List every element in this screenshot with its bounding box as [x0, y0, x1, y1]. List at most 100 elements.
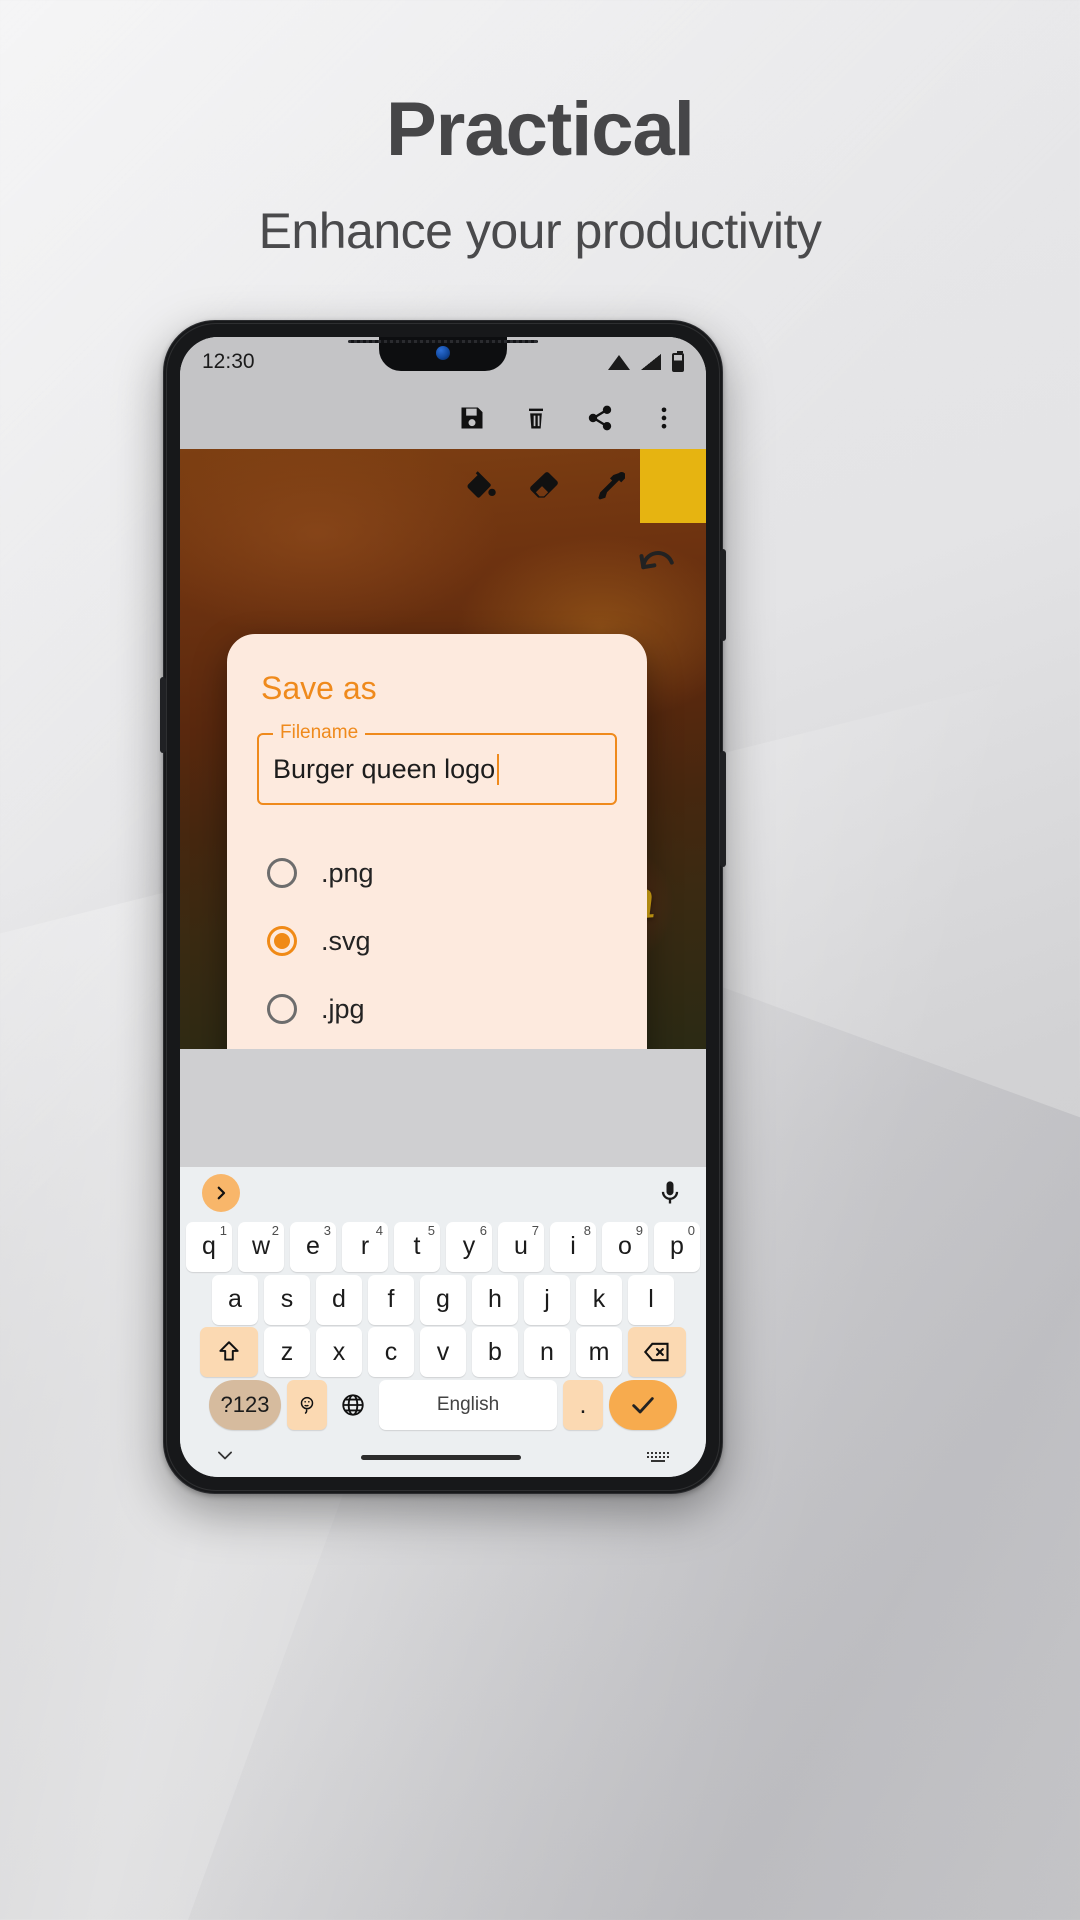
key-x[interactable]: x	[316, 1327, 362, 1378]
filename-label: Filename	[273, 722, 366, 744]
eraser-icon[interactable]	[512, 469, 576, 503]
front-camera-icon	[436, 346, 450, 360]
undo-button[interactable]	[636, 547, 680, 591]
key-g[interactable]: g	[420, 1274, 466, 1325]
fill-bucket-icon[interactable]	[448, 469, 512, 503]
symbols-key[interactable]: ?123	[209, 1380, 281, 1431]
key-o[interactable]: 9o	[602, 1221, 648, 1272]
power-button[interactable]	[720, 549, 726, 641]
key-a-label: a	[228, 1285, 242, 1314]
key-v-label: v	[436, 1337, 450, 1366]
key-l[interactable]: l	[628, 1274, 674, 1325]
key-s-label: s	[280, 1285, 294, 1314]
key-e-label: e	[306, 1232, 320, 1261]
backspace-icon[interactable]	[628, 1327, 686, 1378]
key-p-label: p	[670, 1232, 684, 1261]
battery-icon	[672, 350, 684, 372]
key-c[interactable]: c	[368, 1327, 414, 1378]
color-picker-icon[interactable]	[576, 469, 640, 503]
key-a[interactable]: a	[212, 1274, 258, 1325]
status-bar-icons	[608, 350, 684, 372]
key-i[interactable]: 8i	[550, 1221, 596, 1272]
save-as-dialog: Save as Filename Burger queen logo .png …	[227, 634, 647, 1049]
key-u[interactable]: 7u	[498, 1221, 544, 1272]
space-key[interactable]: English	[379, 1380, 557, 1431]
radio-label-svg: .svg	[321, 925, 371, 956]
key-j[interactable]: j	[524, 1274, 570, 1325]
key-e-sup: 3	[323, 1222, 331, 1238]
selected-color-swatch[interactable]	[640, 449, 706, 523]
key-b[interactable]: b	[472, 1327, 518, 1378]
radio-option-svg[interactable]: .svg	[257, 907, 617, 975]
promo-text-block: Practical Enhance your productivity	[0, 92, 1080, 260]
radio-label-png: .png	[321, 857, 374, 888]
chevron-down-icon[interactable]	[214, 1448, 236, 1467]
microphone-icon[interactable]	[656, 1179, 684, 1207]
shift-icon[interactable]	[200, 1327, 258, 1378]
share-icon[interactable]	[586, 404, 614, 432]
key-u-label: u	[514, 1232, 528, 1261]
key-u-sup: 7	[531, 1222, 539, 1238]
key-p[interactable]: 0p	[654, 1221, 700, 1272]
key-h-label: h	[488, 1285, 502, 1314]
key-f-label: f	[387, 1285, 395, 1314]
key-t-sup: 5	[427, 1222, 435, 1238]
volume-button[interactable]	[720, 751, 726, 867]
promo-headline: Practical	[386, 87, 695, 172]
key-y-sup: 6	[479, 1222, 487, 1238]
key-e[interactable]: 3e	[290, 1221, 336, 1272]
phone-mockup: 12:30 Save as Filename Burger queen logo…	[160, 320, 726, 1494]
key-n[interactable]: n	[524, 1327, 570, 1378]
radio-label-jpg: .jpg	[321, 993, 365, 1024]
key-c-label: c	[384, 1337, 398, 1366]
key-d-label: d	[332, 1285, 346, 1314]
check-icon[interactable]	[609, 1380, 677, 1431]
key-n-label: n	[540, 1337, 554, 1366]
drawing-canvas[interactable]: Burger Queen Save as Filename Burger que…	[180, 449, 706, 1049]
period-key[interactable]: .	[563, 1380, 603, 1431]
filename-value: Burger queen logo	[273, 753, 496, 784]
key-h[interactable]: h	[472, 1274, 518, 1325]
filename-input[interactable]: Filename Burger queen logo	[257, 722, 617, 805]
key-f[interactable]: f	[368, 1274, 414, 1325]
chevron-right-icon[interactable]	[202, 1174, 240, 1212]
signal-icon	[641, 354, 661, 370]
home-indicator[interactable]	[361, 1454, 521, 1460]
key-p-sup: 0	[687, 1222, 695, 1238]
on-screen-keyboard: 1q 2w 3e 4r 5t 6y 7u 8i 9o 0p a s d f g	[180, 1167, 706, 1477]
status-bar-time: 12:30	[202, 350, 255, 373]
keyboard-row-4: ?123 English .	[186, 1380, 700, 1431]
wifi-icon	[608, 354, 630, 370]
radio-button-jpg[interactable]	[267, 994, 297, 1024]
save-icon[interactable]	[458, 404, 486, 432]
key-t[interactable]: 5t	[394, 1221, 440, 1272]
overflow-menu-icon[interactable]	[650, 404, 678, 432]
key-z[interactable]: z	[264, 1327, 310, 1378]
radio-button-svg[interactable]	[267, 926, 297, 956]
dialog-title: Save as	[261, 670, 377, 706]
key-i-label: i	[570, 1232, 576, 1261]
key-w-label: w	[251, 1232, 271, 1261]
keyboard-suggestion-bar	[180, 1167, 706, 1219]
key-q[interactable]: 1q	[186, 1221, 232, 1272]
radio-button-png[interactable]	[267, 858, 297, 888]
radio-option-png[interactable]: .png	[257, 839, 617, 907]
key-m[interactable]: m	[576, 1327, 622, 1378]
text-caret	[497, 753, 500, 785]
key-d[interactable]: d	[316, 1274, 362, 1325]
radio-option-jpg[interactable]: .jpg	[257, 975, 617, 1043]
key-k-label: k	[592, 1285, 606, 1314]
left-side-button[interactable]	[160, 677, 166, 753]
key-w[interactable]: 2w	[238, 1221, 284, 1272]
globe-icon[interactable]	[333, 1380, 373, 1431]
key-y[interactable]: 6y	[446, 1221, 492, 1272]
emoji-comma-icon[interactable]	[287, 1380, 327, 1431]
key-v[interactable]: v	[420, 1327, 466, 1378]
key-b-label: b	[488, 1337, 502, 1366]
app-bar	[180, 387, 706, 449]
delete-icon[interactable]	[522, 404, 550, 432]
key-r[interactable]: 4r	[342, 1221, 388, 1272]
key-s[interactable]: s	[264, 1274, 310, 1325]
key-k[interactable]: k	[576, 1274, 622, 1325]
keyboard-icon[interactable]	[646, 1449, 672, 1465]
